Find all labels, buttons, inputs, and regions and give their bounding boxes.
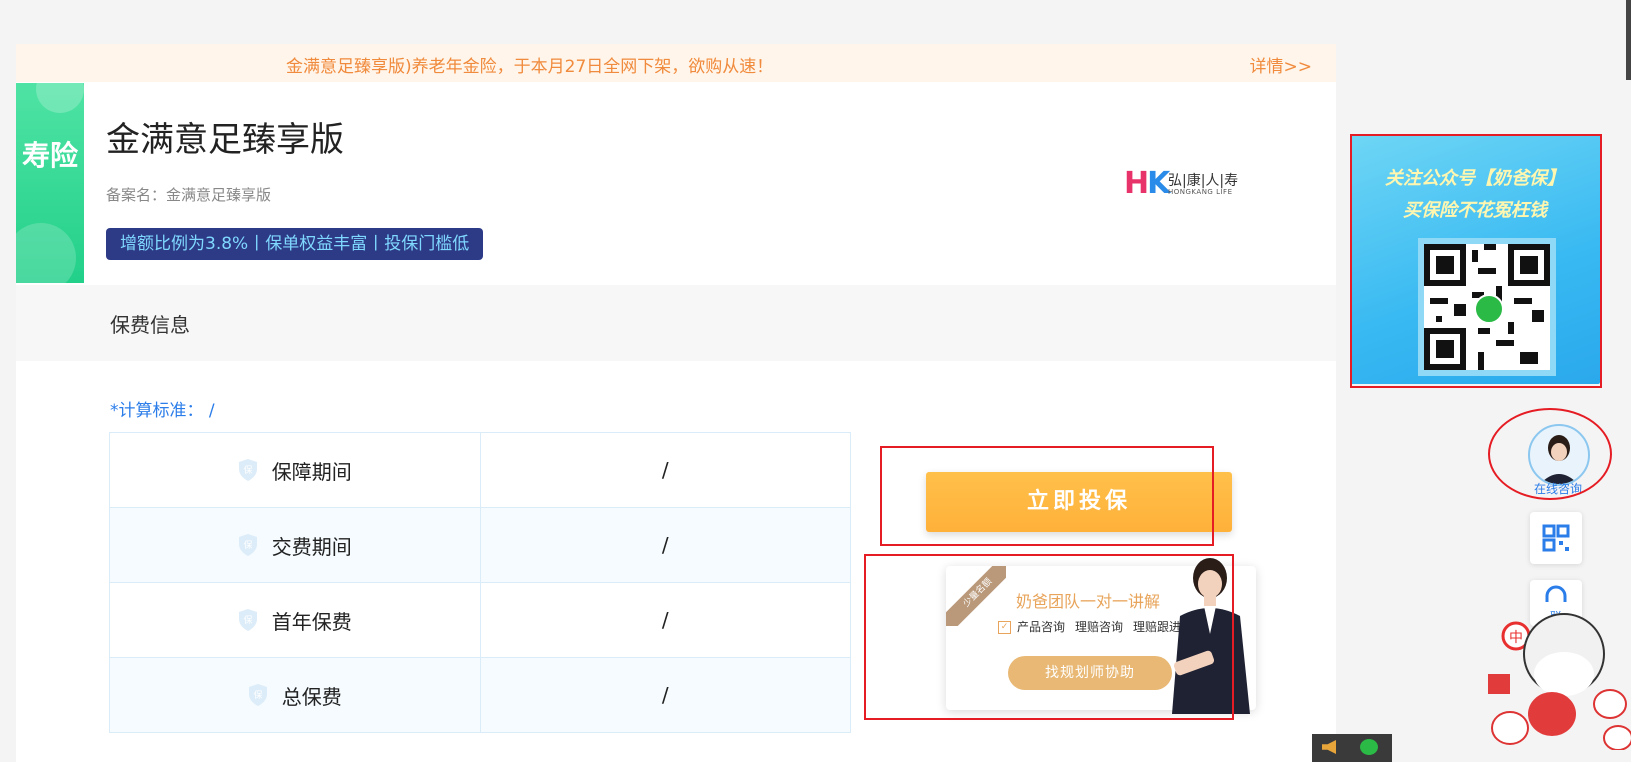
category-tag: 寿险 xyxy=(16,83,84,283)
table-cell-label: 保 总保费 xyxy=(110,658,481,732)
insurer-logo-cn: 弘|康|人|寿 xyxy=(1168,173,1239,189)
highlight-circle xyxy=(1488,408,1612,500)
section-title: 保费信息 xyxy=(110,313,190,337)
insurer-logo-en: HONGKANG LIFE xyxy=(1168,188,1233,196)
highlight-box xyxy=(864,554,1234,720)
product-card: 金满意足臻享版)养老年金险，于本月27日全网下架，欲购从速！ 详情>> 寿险 金… xyxy=(16,44,1336,762)
product-highlights-badge: 增额比例为3.8%丨保单权益丰富丨投保门槛低 xyxy=(106,228,484,260)
table-row: 保 保障期间 / xyxy=(110,433,850,508)
notice-details-link[interactable]: 详情>> xyxy=(1250,52,1313,77)
highlight-box xyxy=(1350,134,1602,388)
shield-icon: 保 xyxy=(238,459,257,481)
table-cell-value: / xyxy=(661,683,669,707)
highlight-box xyxy=(880,446,1214,546)
window-scrollbar[interactable] xyxy=(1626,0,1631,80)
leaf-decoration-icon xyxy=(16,223,76,283)
table-cell-label: 保 保障期间 xyxy=(110,433,481,507)
record-name: 备案名：金满意足臻享版 xyxy=(106,186,272,204)
qr-code-icon xyxy=(1542,524,1570,552)
product-title: 金满意足臻享版 xyxy=(106,120,344,160)
mascot-illustration: 中 xyxy=(1488,613,1631,750)
table-cell-value: / xyxy=(661,458,669,482)
notice-bar: 金满意足臻享版)养老年金险，于本月27日全网下架，欲购从速！ 详情>> xyxy=(16,44,1336,82)
svg-text:保: 保 xyxy=(243,539,252,551)
insurer-logo: HK 弘|康|人|寿 HONGKANG LIFE xyxy=(1124,168,1254,200)
section-header: 保费信息 xyxy=(16,285,1336,361)
table-cell-label: 保 首年保费 xyxy=(110,583,481,657)
premium-table: 保 保障期间 / 保 交费期间 / 保 首年保费 / 保 总保费 / xyxy=(109,432,851,733)
category-label: 寿险 xyxy=(21,139,78,172)
notice-text: 金满意足臻享版)养老年金险，于本月27日全网下架，欲购从速！ xyxy=(286,57,774,77)
qr-code-button[interactable] xyxy=(1530,512,1582,564)
leaf-decoration-icon xyxy=(36,83,84,113)
wechat-icon[interactable] xyxy=(1360,739,1378,755)
svg-text:保: 保 xyxy=(243,464,252,476)
table-cell-label: 保 交费期间 xyxy=(110,508,481,582)
speaker-icon[interactable] xyxy=(1322,740,1336,754)
table-cell-value: / xyxy=(661,608,669,632)
shield-icon: 保 xyxy=(248,684,267,706)
table-row: 保 首年保费 / xyxy=(110,583,850,658)
shield-icon: 保 xyxy=(238,609,257,631)
table-cell-value: / xyxy=(661,533,669,557)
shield-icon: 保 xyxy=(238,534,257,556)
svg-text:中: 中 xyxy=(1509,630,1523,646)
calc-standard: *计算标准： / xyxy=(110,401,215,421)
svg-text:保: 保 xyxy=(243,614,252,626)
system-tray xyxy=(1312,734,1392,762)
table-row: 保 交费期间 / xyxy=(110,508,850,583)
table-row: 保 总保费 / xyxy=(110,658,850,732)
svg-text:保: 保 xyxy=(253,689,262,701)
insurer-logo-mark: HK xyxy=(1124,166,1170,201)
